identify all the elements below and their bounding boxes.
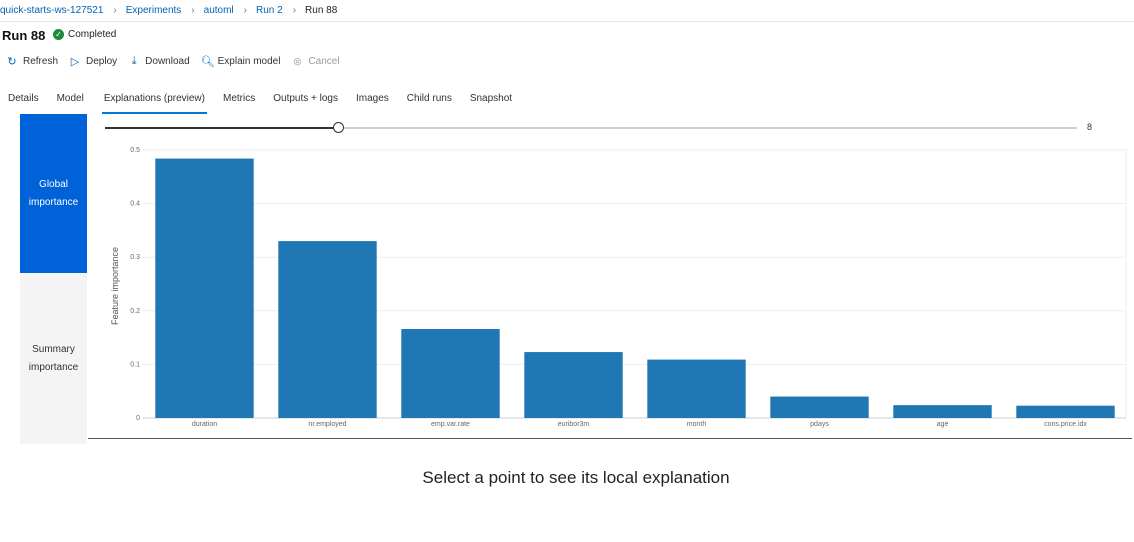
x-tick-label: age: [937, 421, 949, 428]
chart-divider: [88, 438, 1132, 439]
y-tick-label: 0.3: [130, 254, 140, 261]
status-badge: ✓ Completed: [53, 29, 116, 40]
cancel-label: Cancel: [308, 56, 340, 67]
bar[interactable]: [1016, 405, 1115, 418]
side-item-summary-importance[interactable]: Summary importance: [20, 273, 87, 444]
chevron-right-icon: ›: [191, 5, 195, 16]
side-item-label: Global importance: [28, 178, 79, 208]
cancel-button[interactable]: ⊗ Cancel: [291, 55, 340, 68]
tab-bar: Details Model Explanations (preview) Met…: [8, 89, 530, 114]
slider-thumb[interactable]: [333, 122, 345, 133]
side-item-global-importance[interactable]: Global importance: [20, 114, 87, 273]
chevron-right-icon: ›: [113, 5, 117, 16]
refresh-button[interactable]: ↻ Refresh: [6, 55, 58, 68]
feature-importance-chart: 0 0.1 0.2 0.3 0.4 0.5 duration nr.employed emp.v…: [110, 147, 1127, 428]
tab-outputs-logs[interactable]: Outputs + logs: [273, 89, 338, 114]
local-explanation-message: Select a point to see its local explanat…: [422, 468, 730, 487]
x-tick-label: cons.price.idx: [1044, 421, 1087, 428]
toolbar: ↻ Refresh ▷ Deploy ⤓ Download 🔍︎ Explain…: [6, 55, 351, 68]
check-circle-icon: ✓: [53, 29, 64, 40]
side-item-label: Summary importance: [28, 343, 79, 373]
x-tick-label: duration: [192, 421, 217, 428]
y-tick-label: 0.2: [130, 308, 140, 315]
bar[interactable]: [278, 241, 377, 418]
y-tick-label: 0.1: [130, 361, 140, 368]
page-title: Run 88: [2, 28, 46, 43]
refresh-label: Refresh: [23, 56, 59, 67]
bar[interactable]: [524, 352, 623, 418]
x-tick-label: euribor3m: [558, 421, 590, 428]
chevron-right-icon: ›: [292, 5, 297, 16]
breadcrumb-workspace[interactable]: quick-starts-ws-127521: [0, 5, 103, 16]
deploy-button[interactable]: ▷ Deploy: [69, 55, 117, 68]
bar[interactable]: [893, 405, 992, 418]
y-tick-label: 0.4: [130, 201, 140, 208]
bar[interactable]: [770, 396, 869, 418]
x-tick-label: month: [687, 421, 707, 428]
slider-fill: [105, 127, 339, 129]
refresh-icon: ↻: [7, 56, 17, 68]
breadcrumb: quick-starts-ws-127521 › Experiments › a…: [0, 0, 1134, 22]
slider-value: 8: [1087, 122, 1093, 132]
x-tick-label: emp.var.rate: [431, 421, 470, 428]
explanation-side-nav: Global importance Summary importance: [20, 114, 87, 444]
bar[interactable]: [155, 158, 254, 419]
y-tick-label: 0.5: [130, 147, 140, 154]
x-tick-label: pdays: [810, 421, 829, 428]
breadcrumb-experiments[interactable]: Experiments: [126, 5, 182, 16]
tab-images[interactable]: Images: [356, 89, 389, 114]
download-label: Download: [145, 56, 190, 67]
tab-model[interactable]: Model: [57, 89, 84, 114]
search-icon: 🔍︎: [200, 56, 215, 68]
y-axis-label: Feature importance: [110, 247, 120, 325]
tab-metrics[interactable]: Metrics: [223, 89, 255, 114]
y-tick-label: 0: [136, 415, 140, 422]
bar[interactable]: [401, 329, 500, 418]
play-icon: ▷: [70, 56, 80, 68]
chevron-right-icon: ›: [243, 5, 247, 16]
top-k-slider[interactable]: [105, 122, 1077, 133]
cancel-icon: ⊗: [292, 56, 303, 68]
tab-child-runs[interactable]: Child runs: [407, 89, 452, 114]
x-tick-label: nr.employed: [308, 421, 346, 428]
download-button[interactable]: ⤓ Download: [128, 55, 190, 68]
breadcrumb-parent-run[interactable]: Run 2: [256, 5, 283, 16]
explain-model-button[interactable]: 🔍︎ Explain model: [201, 55, 281, 68]
download-icon: ⤓: [131, 55, 137, 67]
breadcrumb-current-run: Run 88: [305, 5, 338, 16]
explain-model-label: Explain model: [217, 56, 281, 67]
deploy-label: Deploy: [86, 56, 118, 67]
bar[interactable]: [647, 359, 746, 418]
breadcrumb-experiment[interactable]: automl: [204, 5, 234, 16]
tab-explanations[interactable]: Explanations (preview): [101, 89, 207, 114]
tab-details[interactable]: Details: [8, 89, 39, 114]
tab-snapshot[interactable]: Snapshot: [470, 89, 512, 114]
status-text: Completed: [68, 29, 117, 40]
